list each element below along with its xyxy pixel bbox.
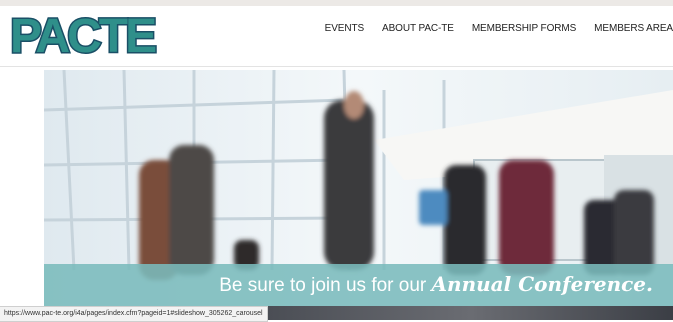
nav-members-area[interactable]: MEMBERS AREA: [594, 23, 673, 34]
pacte-logo[interactable]: PACTE: [8, 8, 163, 61]
logo-text: PACTE: [10, 10, 156, 60]
banner-emphasis: Annual Conference.: [431, 272, 653, 296]
site-header: PACTE EVENTS ABOUT PAC-TE MEMBERSHIP FOR…: [0, 0, 673, 67]
nav-membership-forms[interactable]: MEMBERSHIP FORMS: [472, 23, 576, 34]
hero-carousel[interactable]: Be sure to join us for our Annual Confer…: [44, 70, 673, 306]
hero-banner: Be sure to join us for our Annual Confer…: [44, 264, 673, 306]
nav-events[interactable]: EVENTS: [325, 23, 365, 34]
banner-text: Be sure to join us for our Annual Confer…: [219, 272, 653, 297]
main-nav: EVENTS ABOUT PAC-TE MEMBERSHIP FORMS MEM…: [307, 23, 673, 34]
header-top-strip: [0, 0, 673, 6]
banner-prefix: Be sure to join us for our: [219, 275, 432, 296]
nav-about[interactable]: ABOUT PAC-TE: [382, 23, 454, 34]
